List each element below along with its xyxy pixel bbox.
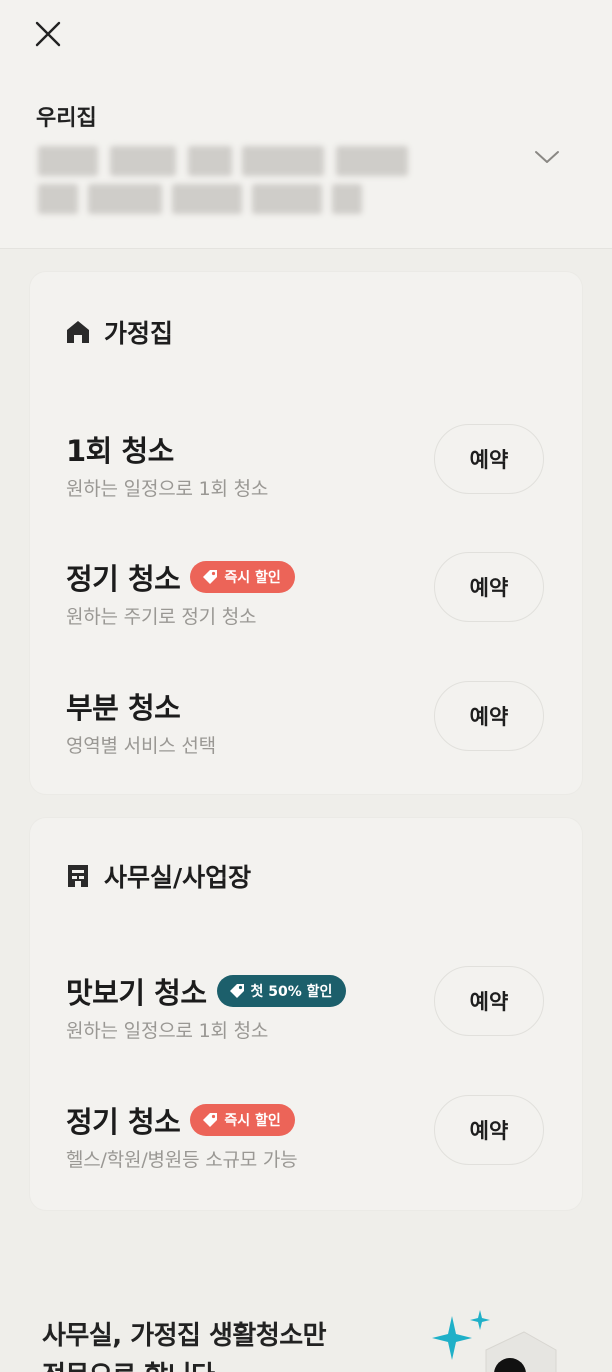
home-section-header: 가정집	[64, 314, 173, 350]
service-title: 1회 청소	[66, 434, 174, 468]
sparkle-icon	[432, 1316, 472, 1360]
badge-label: 즉시 할인	[224, 1113, 281, 1129]
sparkle-icon	[470, 1310, 490, 1330]
service-select-page: 우리집 가정집 1회 청소 원하는 일정으로 1회 청소 예약 정기 청소 즉시…	[0, 0, 612, 1372]
discount-badge: 즉시 할인	[190, 1104, 295, 1136]
tag-icon	[229, 984, 244, 998]
office-icon	[68, 865, 88, 887]
office-cleaning-card: 사무실/사업장 맛보기 청소 첫 50% 할인 원하는 일정으로 1회 청소 예…	[30, 818, 582, 1210]
home-cleaning-card: 가정집 1회 청소 원하는 일정으로 1회 청소 예약 정기 청소 즉시 할인	[30, 272, 582, 794]
reserve-button[interactable]: 예약	[434, 966, 544, 1036]
office-section-header: 사무실/사업장	[64, 858, 251, 894]
service-row-office-regular: 정기 청소 즉시 할인 헬스/학원/병원등 소규모 가능 예약	[30, 1095, 582, 1199]
office-section-title: 사무실/사업장	[104, 863, 252, 892]
address-detail-redacted	[38, 184, 408, 214]
discount-badge: 즉시 할인	[190, 561, 295, 593]
reserve-button[interactable]: 예약	[434, 424, 544, 494]
home-section-title: 가정집	[104, 319, 174, 348]
badge-label: 첫 50% 할인	[250, 984, 333, 1000]
home-icon	[67, 321, 89, 343]
service-subtitle: 헬스/학원/병원등 소규모 가능	[66, 1149, 298, 1171]
reserve-button[interactable]: 예약	[434, 1095, 544, 1165]
service-title: 맛보기 청소	[66, 976, 207, 1010]
close-icon	[35, 21, 61, 47]
service-title: 정기 청소	[66, 562, 181, 596]
tag-icon	[203, 1113, 218, 1127]
promo-line-1: 사무실, 가정집 생활청소만	[42, 1321, 327, 1351]
service-row-onetime: 1회 청소 원하는 일정으로 1회 청소 예약	[30, 424, 582, 528]
service-row-regular: 정기 청소 즉시 할인 원하는 주기로 정기 청소 예약	[30, 552, 582, 656]
address-line-redacted	[38, 146, 408, 176]
reserve-button[interactable]: 예약	[434, 552, 544, 622]
chevron-down-icon	[535, 151, 559, 163]
service-subtitle: 원하는 일정으로 1회 청소	[66, 478, 269, 500]
close-button[interactable]	[28, 14, 68, 54]
address-expand-button[interactable]	[530, 140, 564, 174]
promo-banner-text: 사무실, 가정집 생활청소만 전문으로 합니다	[42, 1316, 327, 1372]
reserve-button[interactable]: 예약	[434, 681, 544, 751]
service-subtitle: 영역별 서비스 선택	[66, 735, 216, 757]
tag-icon	[203, 570, 218, 584]
service-title: 정기 청소	[66, 1105, 181, 1139]
service-row-partial: 부분 청소 영역별 서비스 선택 예약	[30, 681, 582, 785]
service-subtitle: 원하는 주기로 정기 청소	[66, 606, 257, 628]
address-header: 우리집	[0, 0, 612, 249]
address-title: 우리집	[36, 106, 97, 131]
service-row-trial: 맛보기 청소 첫 50% 할인 원하는 일정으로 1회 청소 예약	[30, 966, 582, 1070]
service-title: 부분 청소	[66, 691, 181, 725]
sparkle-illustration	[432, 1310, 557, 1372]
promo-line-2: 전문으로 합니다	[42, 1356, 326, 1372]
badge-label: 즉시 할인	[224, 570, 281, 586]
service-subtitle: 원하는 일정으로 1회 청소	[66, 1020, 269, 1042]
discount-badge: 첫 50% 할인	[216, 975, 347, 1007]
